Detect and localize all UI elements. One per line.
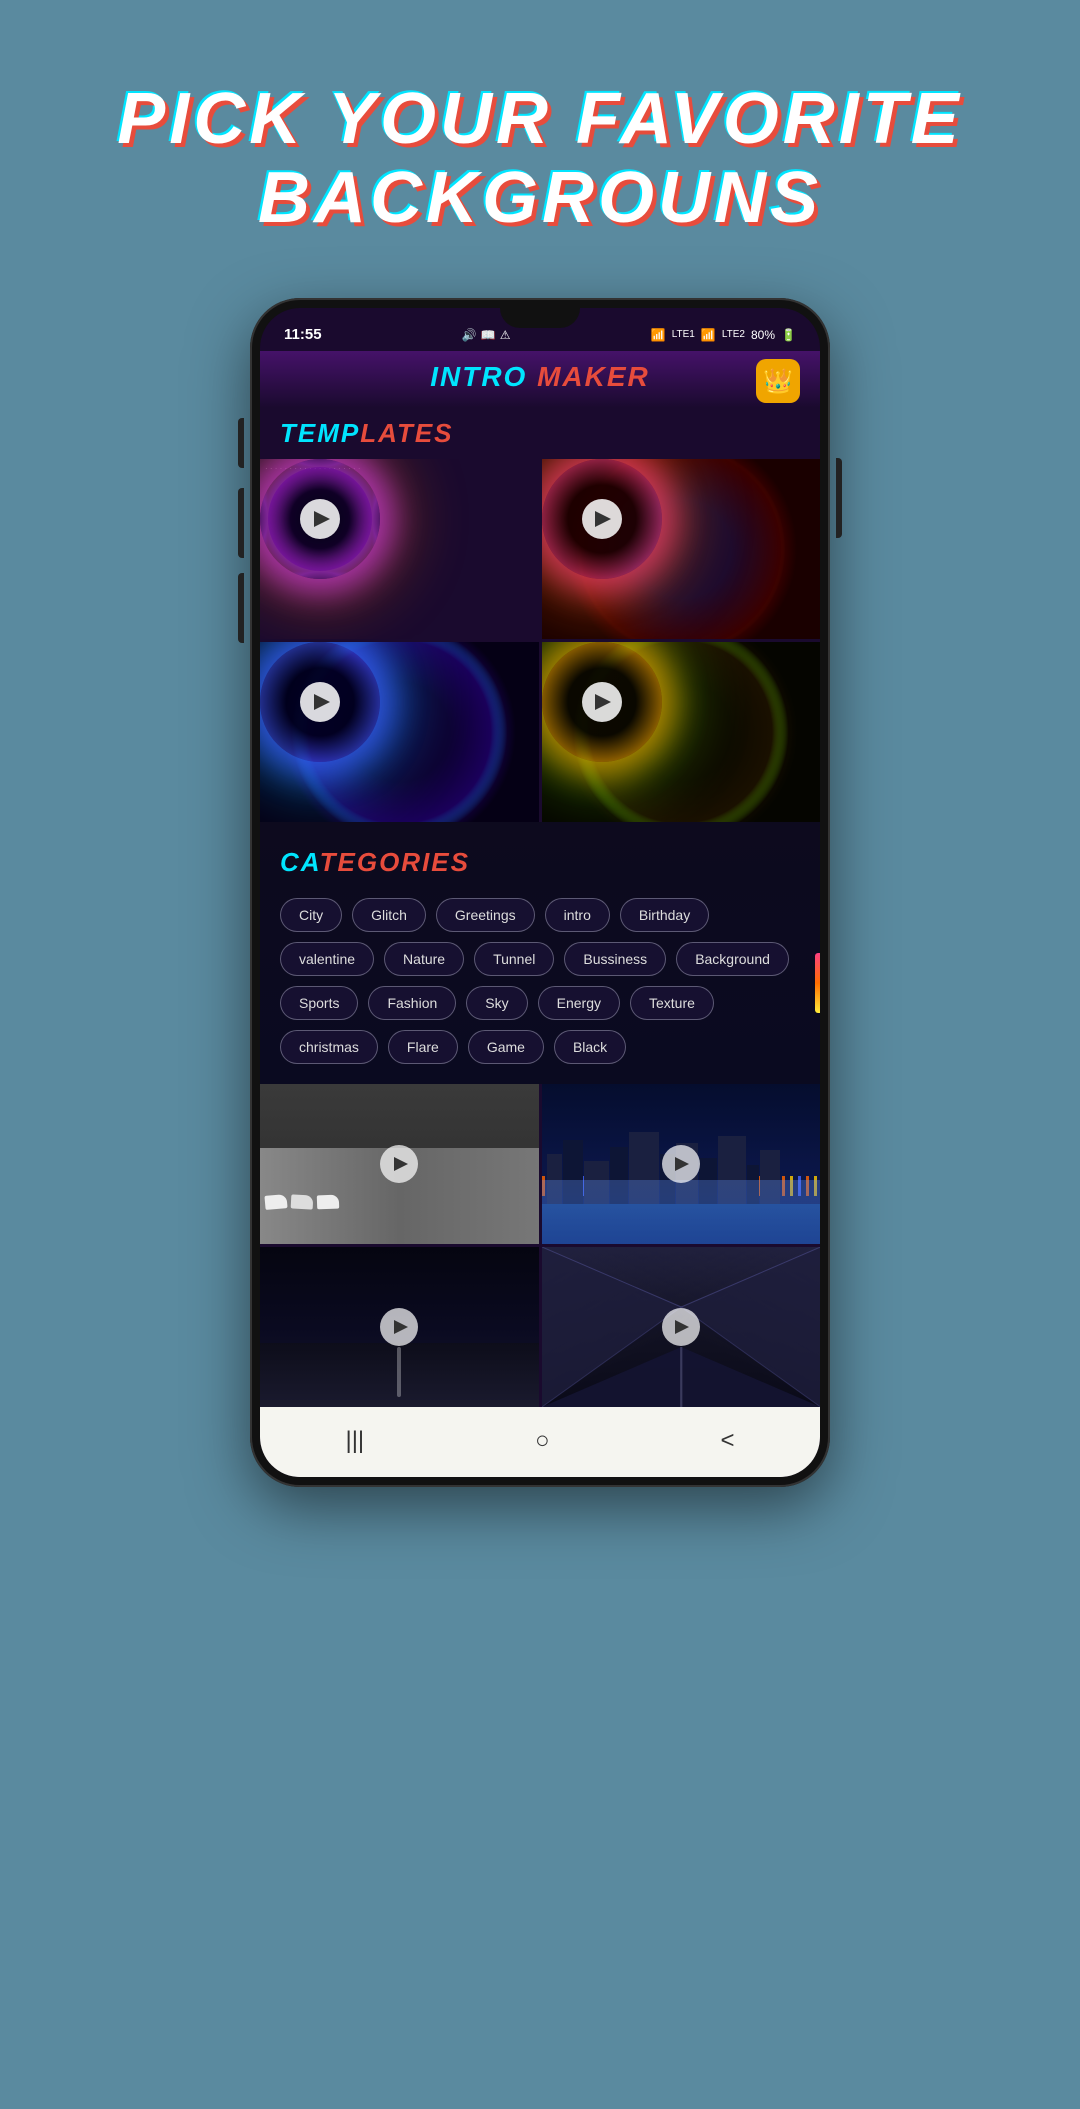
play-overlay-skaters[interactable] [380, 1145, 418, 1183]
sound-icon: 🔊 [462, 328, 477, 342]
template-item-3[interactable] [260, 642, 539, 822]
status-time: 11:55 [284, 326, 322, 343]
page-headline: PICK YOUR FAVORITE BACKGROUNS [117, 80, 962, 238]
categories-label-red: TEGORIES [320, 847, 470, 877]
page-title-block: PICK YOUR FAVORITE BACKGROUNS [117, 80, 962, 238]
nav-recent-button[interactable]: < [701, 1421, 755, 1461]
play-button-4[interactable] [582, 682, 622, 722]
video-thumb-road[interactable] [260, 1247, 539, 1407]
video-thumb-corridor[interactable] [542, 1247, 821, 1407]
categories-section: CATEGORIES City Glitch Greetings intro B… [260, 822, 820, 1084]
volume-up-button [238, 488, 244, 558]
tag-energy[interactable]: Energy [538, 986, 620, 1020]
ring-effect-4 [542, 642, 662, 762]
tag-tunnel[interactable]: Tunnel [474, 942, 554, 976]
camera-notch [500, 308, 580, 328]
templates-label-red: LATES [360, 418, 453, 448]
play-button-1[interactable] [300, 499, 340, 539]
app-header: INTRO MAKER 👑 [260, 351, 820, 408]
book-icon: 📖 [481, 328, 496, 342]
tag-sports[interactable]: Sports [280, 986, 358, 1020]
video-thumb-skaters[interactable] [260, 1084, 539, 1244]
template-item-2[interactable] [542, 459, 821, 639]
play-button-2[interactable] [582, 499, 622, 539]
nav-back-button[interactable]: ||| [325, 1421, 384, 1461]
tag-background[interactable]: Background [676, 942, 789, 976]
tag-black[interactable]: Black [554, 1030, 626, 1064]
alert-icon: ⚠ [500, 328, 511, 342]
crown-button[interactable]: 👑 [756, 359, 800, 403]
ring-effect-1 [260, 459, 380, 579]
phone-screen: 11:55 🔊 📖 ⚠ 📶 LTE1 📶 LTE2 80% 🔋 INTRO MA… [260, 308, 820, 1477]
play-overlay-corridor[interactable] [662, 1308, 700, 1346]
ring-effect-3 [260, 642, 380, 762]
app-title: INTRO MAKER [430, 361, 650, 393]
tag-fashion[interactable]: Fashion [368, 986, 456, 1020]
volume-silent-button [238, 418, 244, 468]
lte1-label: LTE1 [672, 329, 695, 340]
tag-intro[interactable]: intro [545, 898, 610, 932]
nav-bar: ||| ○ < [260, 1407, 820, 1477]
app-title-red: MAKER [537, 361, 650, 392]
battery-icon: 🔋 [781, 328, 796, 342]
nav-home-button[interactable]: ○ [515, 1421, 570, 1461]
tag-greetings[interactable]: Greetings [436, 898, 535, 932]
play-button-3[interactable] [300, 682, 340, 722]
tag-game[interactable]: Game [468, 1030, 544, 1064]
status-right: 📶 LTE1 📶 LTE2 80% 🔋 [651, 328, 796, 342]
video-grid [260, 1084, 820, 1407]
categories-section-label: CATEGORIES [260, 837, 820, 888]
tag-bussiness[interactable]: Bussiness [564, 942, 666, 976]
app-title-teal: INTRO [430, 361, 527, 392]
tag-sky[interactable]: Sky [466, 986, 527, 1020]
play-overlay-city[interactable] [662, 1145, 700, 1183]
wifi-icon: 📶 [651, 328, 666, 342]
tag-nature[interactable]: Nature [384, 942, 464, 976]
tag-christmas[interactable]: christmas [280, 1030, 378, 1064]
categories-label-teal: CA [280, 847, 320, 877]
title-line1: PICK YOUR FAVORITE [117, 79, 962, 159]
signal-icon: 📶 [701, 328, 716, 342]
video-thumb-city[interactable] [542, 1084, 821, 1244]
templates-grid [260, 459, 820, 822]
page-header: PICK YOUR FAVORITE BACKGROUNS [117, 0, 962, 298]
volume-down-button [238, 573, 244, 643]
tag-valentine[interactable]: valentine [280, 942, 374, 976]
categories-tags-container: City Glitch Greetings intro Birthday val… [260, 888, 820, 1074]
tag-glitch[interactable]: Glitch [352, 898, 426, 932]
crown-emoji: 👑 [763, 367, 793, 396]
title-line2: BACKGROUNS [258, 158, 822, 238]
templates-label-teal: TEMP [280, 418, 360, 448]
tag-texture[interactable]: Texture [630, 986, 714, 1020]
play-overlay-road[interactable] [380, 1308, 418, 1346]
power-button [836, 458, 842, 538]
lte2-label: LTE2 [722, 329, 745, 340]
phone-device: 11:55 🔊 📖 ⚠ 📶 LTE1 📶 LTE2 80% 🔋 INTRO MA… [250, 298, 830, 1487]
tag-flare[interactable]: Flare [388, 1030, 458, 1064]
ring-effect-2 [542, 459, 662, 579]
tag-city[interactable]: City [280, 898, 342, 932]
template-item-4[interactable] [542, 642, 821, 822]
battery-label: 80% [751, 328, 775, 342]
tag-birthday[interactable]: Birthday [620, 898, 709, 932]
templates-section-label: TEMPLATES [260, 408, 820, 459]
template-item-1[interactable] [260, 459, 539, 639]
status-icons: 🔊 📖 ⚠ [462, 328, 511, 342]
